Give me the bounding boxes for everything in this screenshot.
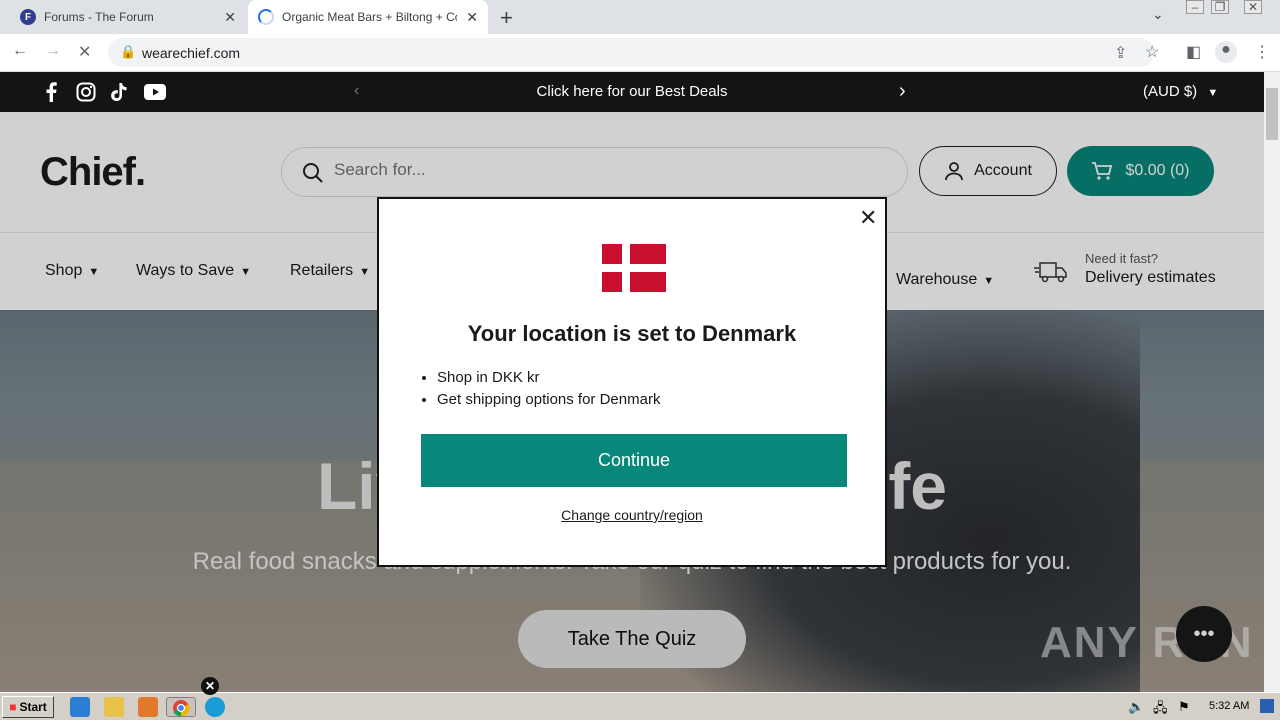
- tab-forums[interactable]: F Forums - The Forum ✕: [8, 0, 246, 34]
- page-scrollbar[interactable]: [1264, 72, 1280, 692]
- minimize-icon[interactable]: –: [1186, 0, 1204, 14]
- windows-taskbar: ■ Start 🔈 🖧 ⚑ 5:32 AM: [0, 692, 1280, 720]
- side-panel-icon[interactable]: ◧: [1186, 42, 1201, 62]
- currency-label: (AUD $): [1143, 83, 1198, 100]
- modal-title: Your location is set to Denmark: [467, 321, 797, 346]
- chevron-down-icon: ▼: [1207, 87, 1219, 99]
- list-item: Get shipping options for Denmark: [437, 391, 660, 408]
- show-desktop-icon[interactable]: [1260, 699, 1274, 713]
- volume-icon[interactable]: 🔈: [1128, 699, 1144, 715]
- share-icon[interactable]: ⇪: [1114, 43, 1127, 63]
- start-button[interactable]: ■ Start: [2, 696, 54, 718]
- lock-icon: 🔒: [120, 44, 137, 59]
- continue-button[interactable]: Continue: [421, 434, 847, 487]
- next-arrow-icon[interactable]: ›: [899, 80, 906, 103]
- bookmark-star-icon[interactable]: ☆: [1145, 42, 1159, 62]
- close-icon[interactable]: ✕: [224, 9, 236, 26]
- modal-bullet-list: Shop in DKK kr Get shipping options for …: [437, 369, 660, 413]
- change-country-link[interactable]: Change country/region: [379, 507, 885, 523]
- location-modal: ✕ Your location is set to Denmark Shop i…: [377, 197, 887, 567]
- close-icon[interactable]: ✕: [859, 205, 877, 231]
- address-bar[interactable]: 🔒 wearechief.com ⇪ ☆: [108, 38, 1159, 67]
- back-arrow-icon[interactable]: ←: [12, 42, 28, 60]
- new-tab-button[interactable]: +: [500, 5, 513, 31]
- chrome-icon: [173, 700, 190, 717]
- tab-strip: F Forums - The Forum ✕ Organic Meat Bars…: [0, 0, 1280, 34]
- stop-loading-icon[interactable]: ✕: [78, 42, 91, 62]
- loading-spinner-icon: [258, 9, 274, 25]
- folder-icon[interactable]: [104, 697, 124, 717]
- forward-arrow-icon[interactable]: →: [45, 42, 61, 60]
- tab-title: Organic Meat Bars + Biltong + Collagen: [282, 10, 457, 24]
- tab-title: Forums - The Forum: [44, 10, 154, 24]
- flag-icon[interactable]: ⚑: [1178, 699, 1190, 715]
- chrome-taskbar-button[interactable]: [166, 697, 196, 717]
- restore-icon[interactable]: ❐: [1211, 0, 1229, 14]
- system-clock: 5:32 AM: [1209, 700, 1250, 712]
- tab-search-chevron-icon[interactable]: ⌄: [1152, 6, 1164, 23]
- forum-favicon-icon: F: [20, 9, 36, 25]
- media-player-icon[interactable]: [138, 697, 158, 717]
- tab-chief[interactable]: Organic Meat Bars + Biltong + Collagen ✕: [248, 0, 488, 34]
- currency-selector[interactable]: (AUD $) ▼: [1143, 83, 1218, 100]
- close-window-icon[interactable]: ✕: [1244, 0, 1262, 14]
- announcement-bar: ‹ Click here for our Best Deals › (AUD $…: [0, 72, 1264, 112]
- denmark-flag-icon: [602, 244, 666, 292]
- announcement-text[interactable]: Click here for our Best Deals: [0, 83, 1264, 100]
- windows-logo-icon: ■: [9, 700, 17, 714]
- close-icon[interactable]: ✕: [466, 9, 478, 26]
- profile-avatar-icon[interactable]: ●: [1215, 41, 1237, 63]
- list-item: Shop in DKK kr: [437, 369, 660, 386]
- scrollbar-thumb[interactable]: [1266, 88, 1278, 140]
- url-text: wearechief.com: [142, 45, 241, 61]
- edge-icon[interactable]: [205, 697, 225, 717]
- close-circle-icon[interactable]: ✕: [201, 677, 219, 695]
- ie-icon[interactable]: [70, 697, 90, 717]
- start-label: Start: [19, 700, 47, 714]
- network-icon[interactable]: 🖧: [1153, 699, 1168, 721]
- browser-toolbar: ← → ✕ 🔒 wearechief.com ⇪ ☆ ◧ ● ⋮: [0, 34, 1280, 72]
- menu-kebab-icon[interactable]: ⋮: [1254, 42, 1270, 62]
